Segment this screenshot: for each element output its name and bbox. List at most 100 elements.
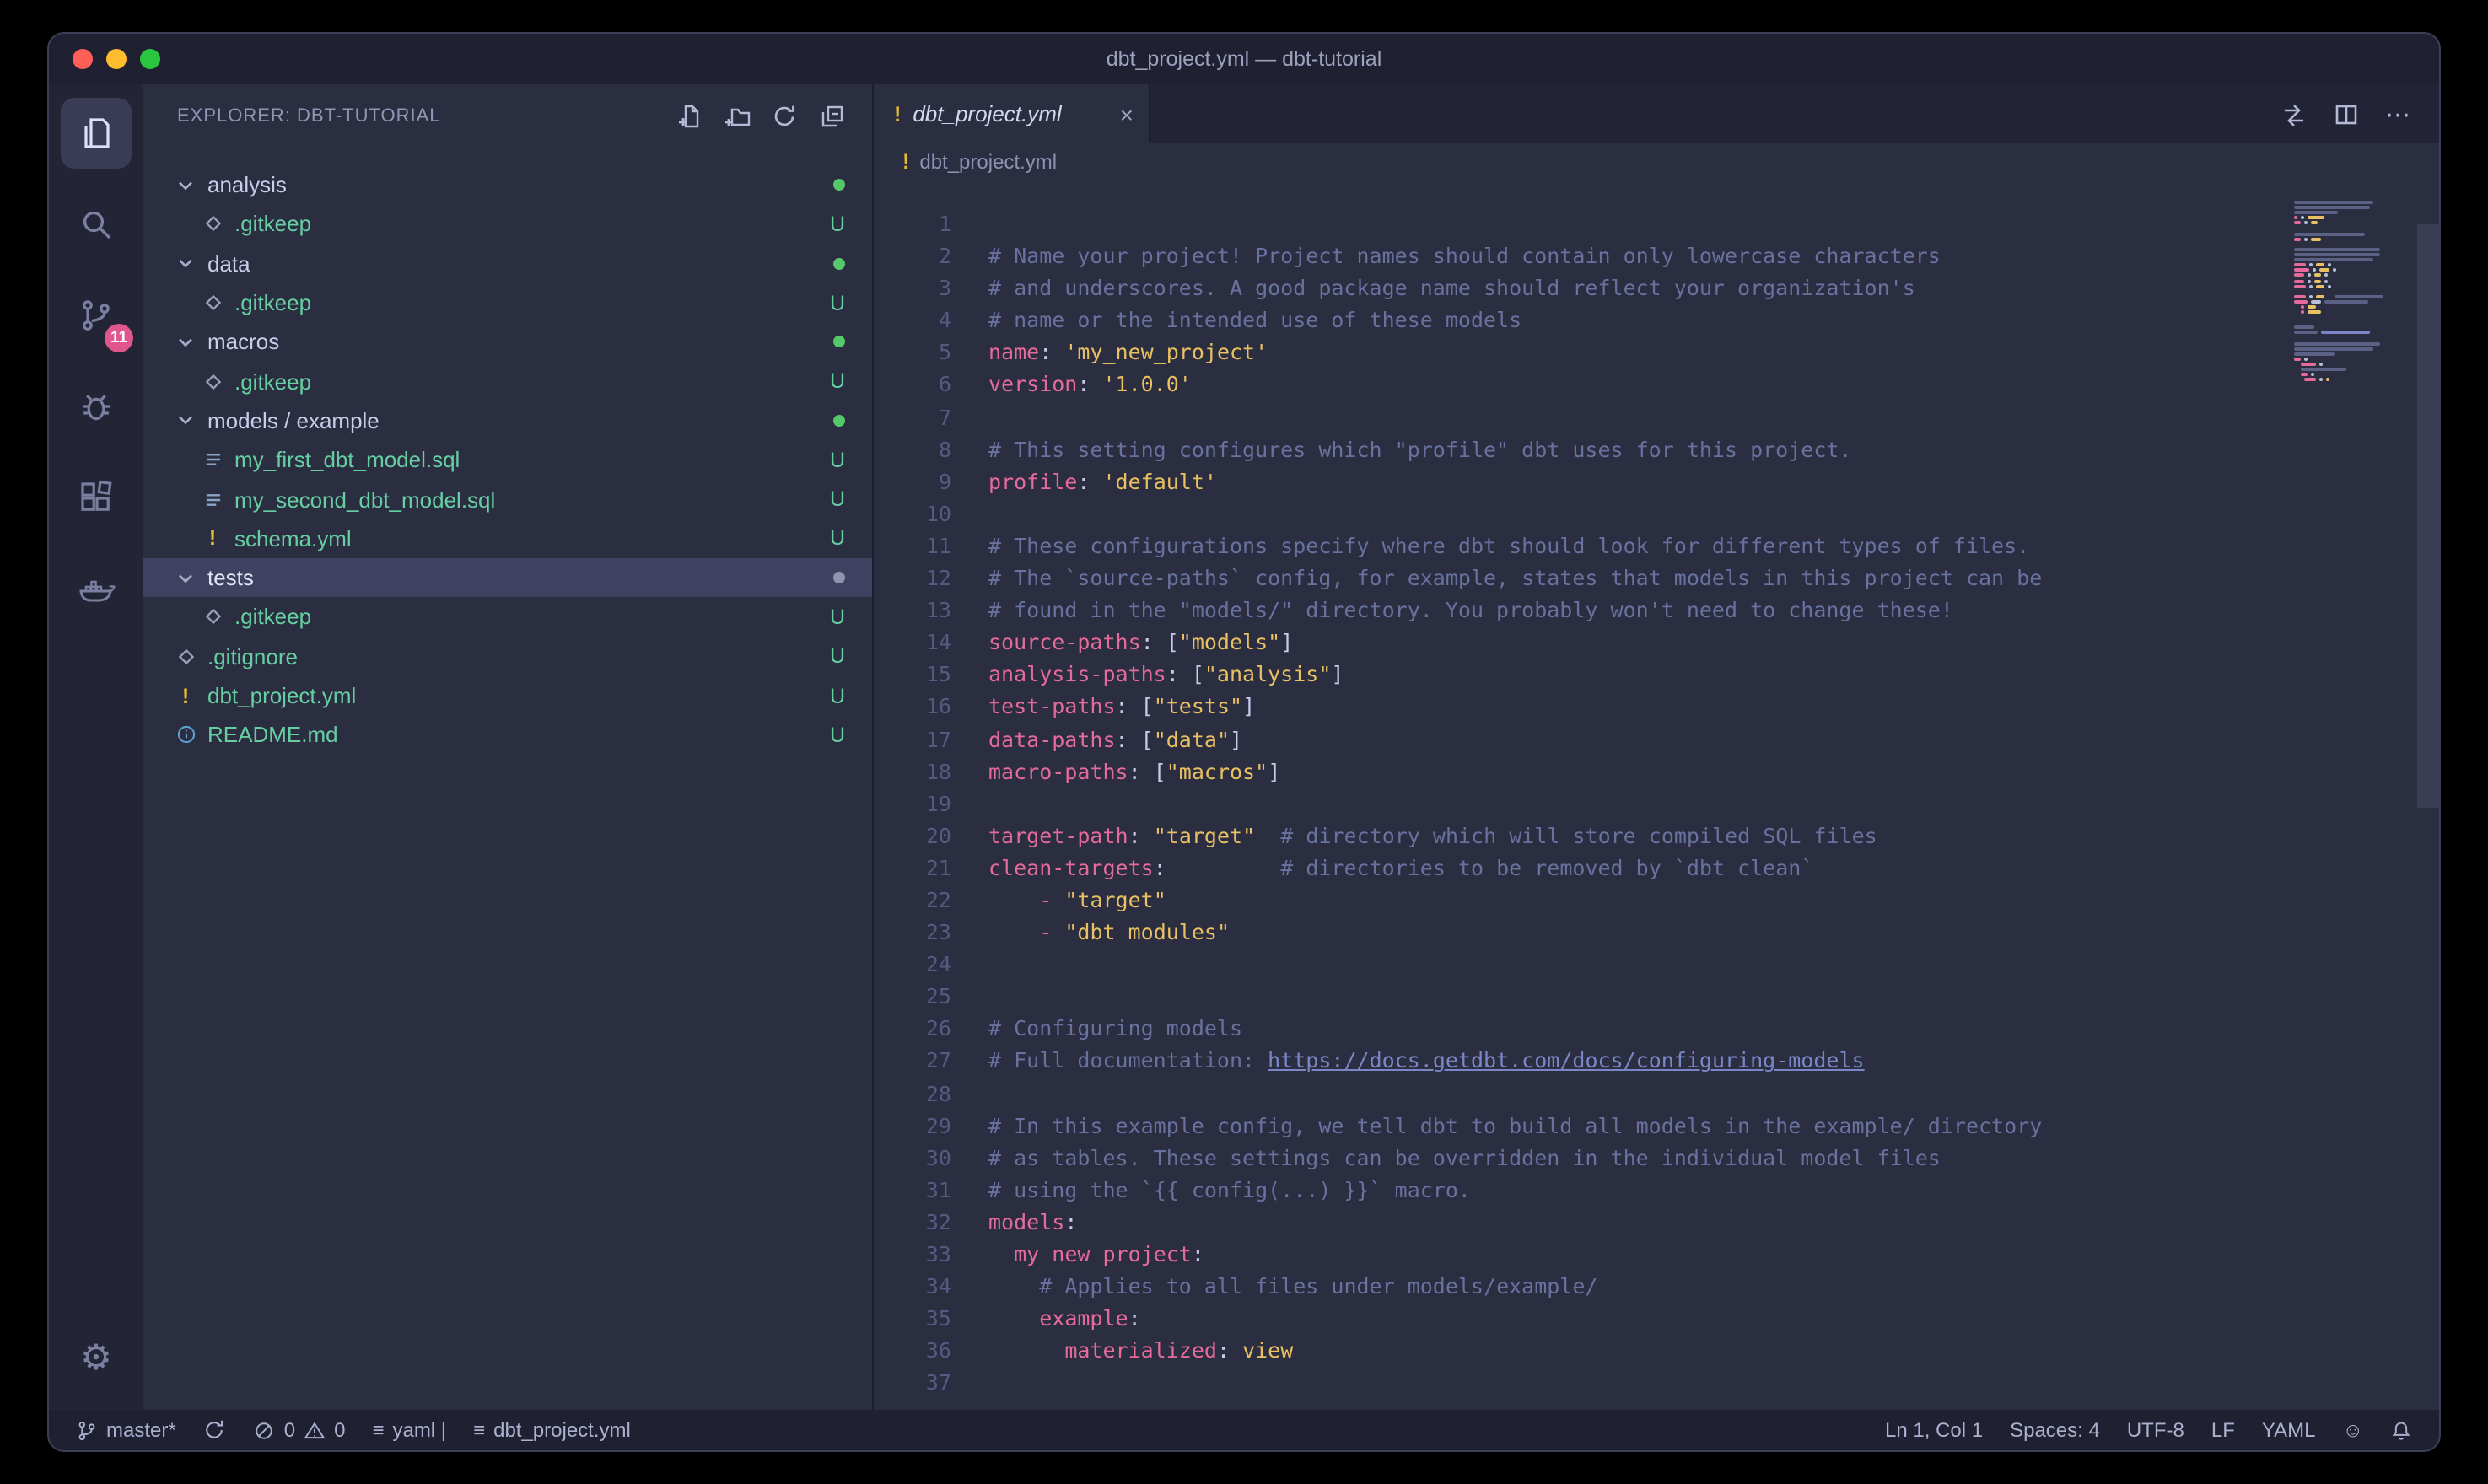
code-line[interactable]: 29# In this example config, we tell dbt … [874, 1109, 2439, 1141]
tree-folder[interactable]: macros [143, 322, 872, 362]
encoding-status[interactable]: UTF-8 [2127, 1418, 2184, 1442]
code-line[interactable]: 23 - "dbt_modules" [874, 916, 2439, 948]
code-line[interactable]: 14source-paths: ["models"] [874, 626, 2439, 658]
breadcrumb[interactable]: ! dbt_project.yml [874, 143, 2439, 180]
code-line[interactable]: 18macro-paths: ["macros"] [874, 755, 2439, 787]
activity-extensions[interactable] [61, 462, 132, 533]
tree-item-label: dbt_project.yml [207, 683, 356, 708]
refresh-explorer-button[interactable] [764, 96, 805, 137]
indentation-status[interactable]: Spaces: 4 [2010, 1418, 2100, 1442]
cursor-position[interactable]: Ln 1, Col 1 [1885, 1418, 1983, 1442]
activity-source-control[interactable]: 11 [61, 280, 132, 351]
new-folder-button[interactable] [717, 96, 757, 137]
code-line[interactable]: 35 example: [874, 1302, 2439, 1334]
tree-file[interactable]: my_first_dbt_model.sqlU [143, 440, 872, 480]
tree-file[interactable]: README.mdU [143, 715, 872, 755]
code-line[interactable]: 5name: 'my_new_project' [874, 336, 2439, 368]
split-editor-button[interactable] [2333, 100, 2360, 127]
code-line[interactable]: 15analysis-paths: ["analysis"] [874, 659, 2439, 691]
feedback-smiley-icon[interactable]: ☺ [2342, 1418, 2363, 1442]
zoom-window-button[interactable] [140, 49, 160, 69]
code-line[interactable]: 28 [874, 1077, 2439, 1109]
line-number: 29 [874, 1109, 951, 1141]
code-line[interactable]: 26# Configuring models [874, 1013, 2439, 1045]
code-line[interactable]: 10 [874, 497, 2439, 530]
activity-search[interactable] [61, 189, 132, 260]
yaml-schema-status[interactable]: ≡ yaml | [372, 1418, 446, 1442]
code-editor[interactable]: 12# Name your project! Project names sho… [874, 180, 2439, 1410]
tree-file[interactable]: .gitignoreU [143, 637, 872, 676]
line-text: # Applies to all files under models/exam… [988, 1270, 1598, 1302]
code-line[interactable]: 37 [874, 1367, 2439, 1399]
code-line[interactable]: 3# and underscores. A good package name … [874, 272, 2439, 304]
tree-folder[interactable]: data [143, 244, 872, 283]
line-number: 22 [874, 884, 951, 916]
code-line[interactable]: 7 [874, 401, 2439, 433]
code-line[interactable]: 11# These configurations specify where d… [874, 530, 2439, 562]
tree-file[interactable]: .gitkeepU [143, 283, 872, 323]
minimize-window-button[interactable] [106, 49, 127, 69]
code-line[interactable]: 31# using the `{{ config(...) }}` macro. [874, 1174, 2439, 1206]
code-line[interactable]: 20target-path: "target" # directory whic… [874, 820, 2439, 852]
code-line[interactable]: 1 [874, 207, 2439, 239]
code-line[interactable]: 25 [874, 981, 2439, 1013]
close-tab-icon[interactable]: × [1120, 100, 1134, 127]
yaml-file-status[interactable]: ≡ dbt_project.yml [473, 1418, 631, 1442]
code-line[interactable]: 30# as tables. These settings can be ove… [874, 1141, 2439, 1173]
docker-icon [76, 568, 116, 609]
title-bar[interactable]: dbt_project.yml — dbt-tutorial [49, 34, 2439, 84]
collapse-folders-button[interactable] [811, 96, 852, 137]
close-window-button[interactable] [73, 49, 93, 69]
code-line[interactable]: 21clean-targets: # directories to be rem… [874, 852, 2439, 884]
tab-dbt-project-yml[interactable]: ! dbt_project.yml × [874, 84, 1150, 143]
line-number: 17 [874, 723, 951, 755]
tree-file[interactable]: !schema.ymlU [143, 519, 872, 558]
tree-folder[interactable]: analysis [143, 165, 872, 205]
activity-run-debug[interactable] [61, 371, 132, 442]
code-line[interactable]: 4# name or the intended use of these mod… [874, 304, 2439, 336]
code-line[interactable]: 19 [874, 787, 2439, 819]
tree-file[interactable]: .gitkeepU [143, 598, 872, 637]
code-line[interactable]: 2# Name your project! Project names shou… [874, 239, 2439, 272]
code-line[interactable]: 36 materialized: view [874, 1335, 2439, 1367]
code-line[interactable]: 16test-paths: ["tests"] [874, 691, 2439, 723]
tree-file[interactable]: .gitkeepU [143, 205, 872, 245]
code-line[interactable]: 13# found in the "models/" directory. Yo… [874, 594, 2439, 626]
code-line[interactable]: 27# Full documentation: https://docs.get… [874, 1045, 2439, 1077]
code-line[interactable]: 33 my_new_project: [874, 1238, 2439, 1270]
code-line[interactable]: 24 [874, 948, 2439, 980]
code-line[interactable]: 8# This setting configures which "profil… [874, 433, 2439, 465]
code-line[interactable]: 22 - "target" [874, 884, 2439, 916]
branch-status[interactable]: master* [76, 1418, 176, 1442]
code-line[interactable]: 34 # Applies to all files under models/e… [874, 1270, 2439, 1302]
activity-docker[interactable] [61, 553, 132, 624]
problems-status[interactable]: 0 0 [254, 1418, 346, 1442]
tree-file[interactable]: .gitkeepU [143, 362, 872, 401]
scrollbar-thumb[interactable] [2417, 224, 2439, 808]
settings-button[interactable]: ⚙ [61, 1322, 132, 1393]
tree-folder[interactable]: tests [143, 558, 872, 598]
git-status-badge: U [830, 644, 845, 668]
git-status-badge: U [830, 723, 845, 747]
tree-file[interactable]: my_second_dbt_model.sqlU [143, 480, 872, 519]
code-line[interactable]: 6version: '1.0.0' [874, 368, 2439, 401]
tree-file[interactable]: !dbt_project.ymlU [143, 676, 872, 716]
desktop: dbt_project.yml — dbt-tutorial 11 [0, 0, 2488, 1484]
new-file-button[interactable] [670, 96, 710, 137]
minimap[interactable] [2294, 180, 2415, 387]
activity-explorer[interactable] [61, 98, 132, 169]
code-line[interactable]: 9profile: 'default' [874, 465, 2439, 497]
folder-change-dot [833, 179, 845, 191]
language-mode[interactable]: YAML [2262, 1418, 2316, 1442]
code-line[interactable]: 12# The `source-paths` config, for examp… [874, 562, 2439, 594]
notifications-bell[interactable] [2390, 1419, 2412, 1441]
tree-folder[interactable]: models / example [143, 401, 872, 441]
publish-button[interactable] [203, 1418, 227, 1442]
code-line[interactable]: 17data-paths: ["data"] [874, 723, 2439, 755]
open-changes-button[interactable] [2281, 100, 2308, 127]
line-text: # as tables. These settings can be overr… [988, 1141, 1941, 1173]
eol-status[interactable]: LF [2211, 1418, 2235, 1442]
more-actions-button[interactable]: ⋯ [2385, 99, 2412, 129]
code-line[interactable]: 32models: [874, 1206, 2439, 1238]
tree-item-label: .gitkeep [234, 290, 311, 315]
